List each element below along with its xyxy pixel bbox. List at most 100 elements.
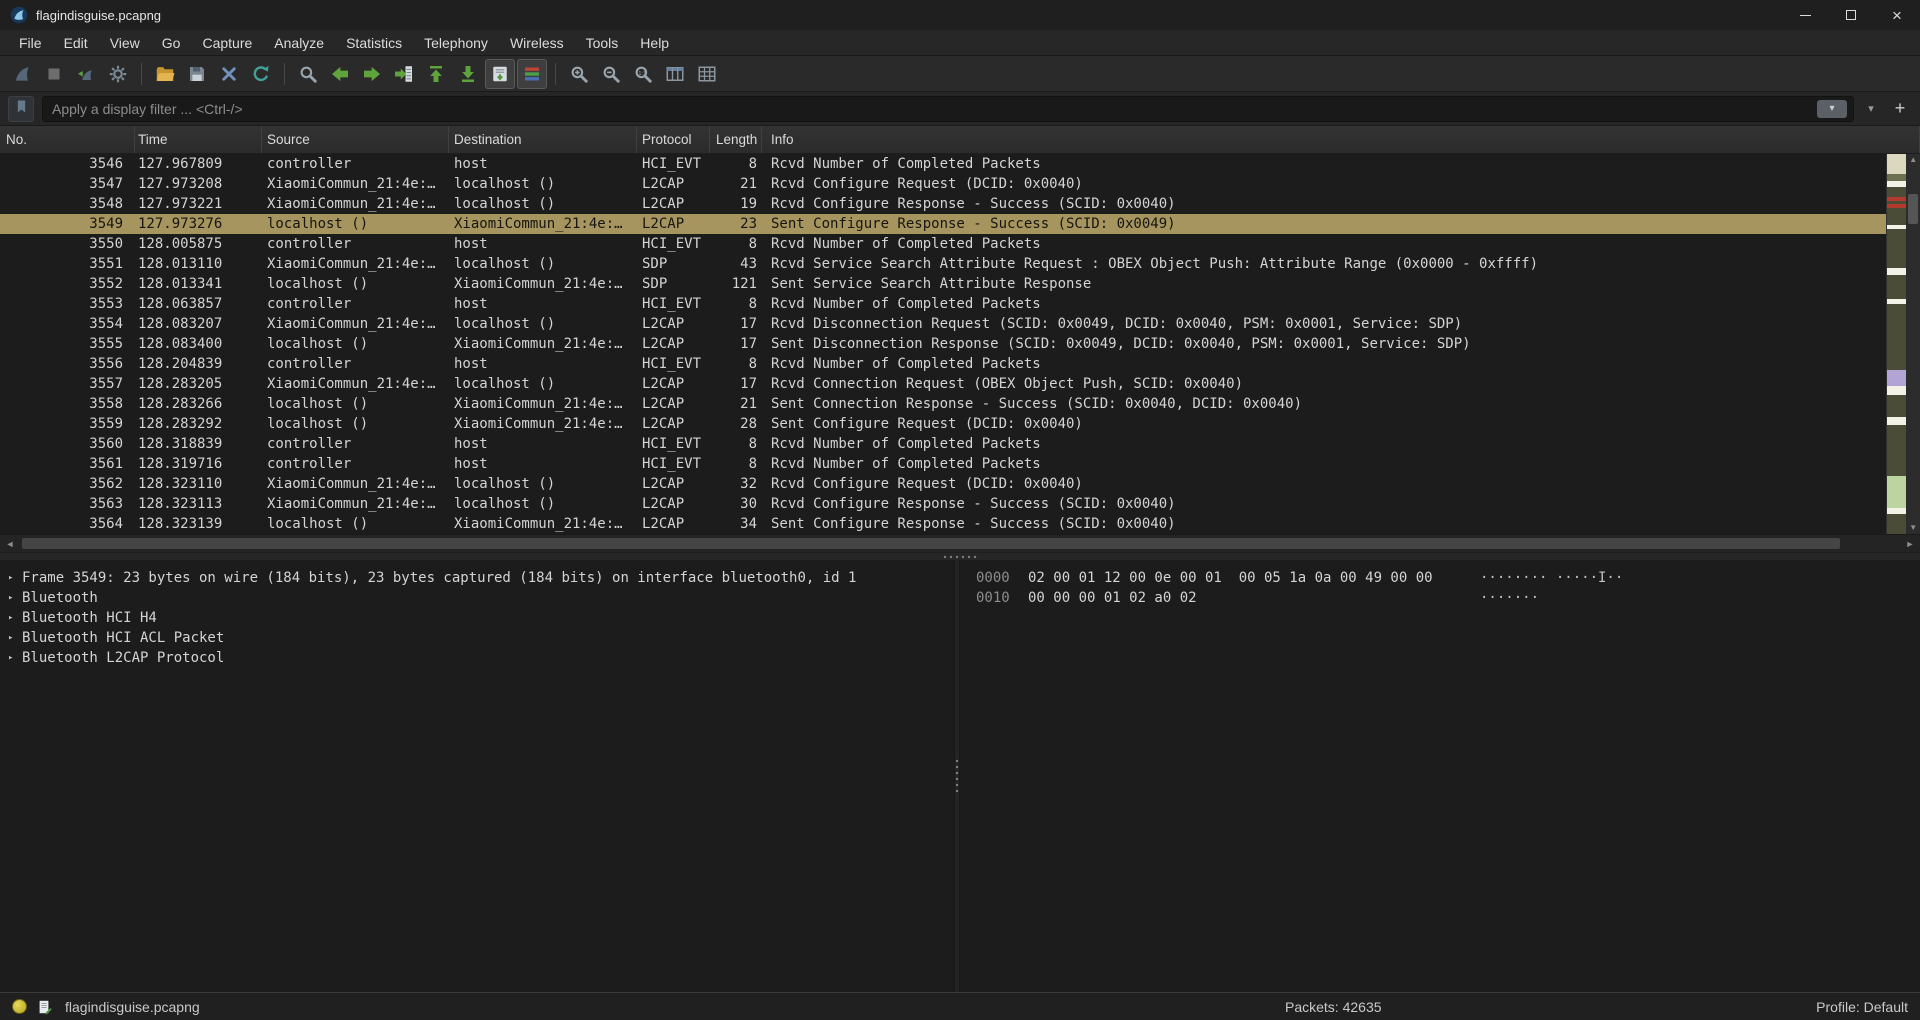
- expand-arrow-icon[interactable]: ▸: [8, 573, 22, 583]
- cell-info: Rcvd Number of Completed Packets: [762, 356, 1886, 372]
- resize-columns-button[interactable]: [660, 59, 690, 89]
- hex-line[interactable]: 001000 00 00 01 02 a0 02·······: [976, 588, 1920, 608]
- display-filter-input[interactable]: Apply a display filter ... <Ctrl-/> ▾: [42, 96, 1854, 122]
- horizontal-scrollbar-track[interactable]: [20, 535, 1900, 552]
- restart-capture-button[interactable]: [71, 59, 101, 89]
- packet-row[interactable]: 3550128.005875controllerhostHCI_EVT8Rcvd…: [0, 234, 1886, 254]
- packet-row[interactable]: 3547127.973208XiaomiCommun_21:4e:…localh…: [0, 174, 1886, 194]
- packet-row[interactable]: 3554128.083207XiaomiCommun_21:4e:…localh…: [0, 314, 1886, 334]
- packet-row[interactable]: 3560128.318839controllerhostHCI_EVT8Rcvd…: [0, 434, 1886, 454]
- filter-bookmark-button[interactable]: [8, 96, 34, 122]
- minimize-button[interactable]: [1782, 0, 1828, 30]
- column-header-no[interactable]: No.: [0, 126, 135, 153]
- cell-length: 17: [710, 336, 762, 352]
- cell-length: 34: [710, 516, 762, 532]
- expand-arrow-icon[interactable]: ▸: [8, 613, 22, 623]
- close-button[interactable]: ×: [1874, 0, 1920, 30]
- scroll-down-icon[interactable]: ▼: [1909, 523, 1917, 533]
- menu-analyze[interactable]: Analyze: [263, 32, 335, 54]
- auto-scroll-button[interactable]: [485, 59, 515, 89]
- menu-go[interactable]: Go: [151, 32, 192, 54]
- scroll-right-icon[interactable]: ►: [1900, 539, 1920, 549]
- go-first-packet-button[interactable]: [421, 59, 451, 89]
- go-back-button[interactable]: [325, 59, 355, 89]
- menu-help[interactable]: Help: [629, 32, 680, 54]
- save-file-button[interactable]: [182, 59, 212, 89]
- menu-wireless[interactable]: Wireless: [499, 32, 575, 54]
- colorize-packets-button[interactable]: [517, 59, 547, 89]
- close-file-button[interactable]: [214, 59, 244, 89]
- menu-edit[interactable]: Edit: [53, 32, 99, 54]
- packet-row[interactable]: 3557128.283205XiaomiCommun_21:4e:…localh…: [0, 374, 1886, 394]
- find-packet-button[interactable]: [293, 59, 323, 89]
- packet-row[interactable]: 3563128.323113XiaomiCommun_21:4e:…localh…: [0, 494, 1886, 514]
- zoom-out-button[interactable]: [596, 59, 626, 89]
- packet-row[interactable]: 3555128.083400localhost ()XiaomiCommun_2…: [0, 334, 1886, 354]
- go-forward-button[interactable]: [357, 59, 387, 89]
- menu-telephony[interactable]: Telephony: [413, 32, 499, 54]
- packet-row[interactable]: 3551128.013110XiaomiCommun_21:4e:…localh…: [0, 254, 1886, 274]
- menu-statistics[interactable]: Statistics: [335, 32, 413, 54]
- menu-file[interactable]: File: [8, 32, 53, 54]
- statusbar-profile[interactable]: Profile: Default: [1816, 999, 1908, 1015]
- packet-list-scrollbar[interactable]: ▲ ▼: [1886, 154, 1920, 534]
- column-header-info[interactable]: Info: [762, 126, 1920, 153]
- cell-no: 3556: [0, 356, 135, 372]
- detail-row[interactable]: ▸Bluetooth HCI H4: [0, 608, 954, 628]
- packet-row[interactable]: 3552128.013341localhost ()XiaomiCommun_2…: [0, 274, 1886, 294]
- column-header-protocol[interactable]: Protocol: [637, 126, 710, 153]
- detail-row[interactable]: ▸Bluetooth HCI ACL Packet: [0, 628, 954, 648]
- zoom-in-button[interactable]: [564, 59, 594, 89]
- add-filter-button[interactable]: +: [1888, 97, 1912, 121]
- detail-row[interactable]: ▸Frame 3549: 23 bytes on wire (184 bits)…: [0, 568, 954, 588]
- menu-tools[interactable]: Tools: [575, 32, 630, 54]
- reload-file-button[interactable]: [246, 59, 276, 89]
- packet-row[interactable]: 3559128.283292localhost ()XiaomiCommun_2…: [0, 414, 1886, 434]
- column-header-time[interactable]: Time: [135, 126, 262, 153]
- go-to-packet-button[interactable]: [389, 59, 419, 89]
- filter-recents-button[interactable]: ▾: [1817, 100, 1847, 118]
- expand-arrow-icon[interactable]: ▸: [8, 653, 22, 663]
- hex-line[interactable]: 000002 00 01 12 00 0e 00 01 00 05 1a 0a …: [976, 568, 1920, 588]
- column-header-source[interactable]: Source: [262, 126, 449, 153]
- menu-view[interactable]: View: [99, 32, 151, 54]
- column-header-destination[interactable]: Destination: [449, 126, 637, 153]
- packet-list-header: No.TimeSourceDestinationProtocolLengthIn…: [0, 126, 1920, 154]
- packet-row[interactable]: 3561128.319716controllerhostHCI_EVT8Rcvd…: [0, 454, 1886, 474]
- horizontal-scrollbar-thumb[interactable]: [22, 538, 1840, 549]
- expand-arrow-icon[interactable]: ▸: [8, 633, 22, 643]
- capture-options-button[interactable]: [103, 59, 133, 89]
- expand-arrow-icon[interactable]: ▸: [8, 593, 22, 603]
- packet-row[interactable]: 3553128.063857controllerhostHCI_EVT8Rcvd…: [0, 294, 1886, 314]
- vertical-scrollbar-track[interactable]: ▲ ▼: [1906, 154, 1920, 534]
- packet-row[interactable]: 3546127.967809controllerhostHCI_EVT8Rcvd…: [0, 154, 1886, 174]
- packet-row[interactable]: 3564128.323139localhost ()XiaomiCommun_2…: [0, 514, 1886, 534]
- vertical-scrollbar-thumb[interactable]: [1908, 194, 1918, 224]
- cell-protocol: SDP: [637, 256, 710, 272]
- packet-row[interactable]: 3562128.323110XiaomiCommun_21:4e:…localh…: [0, 474, 1886, 494]
- save-icon: [187, 64, 207, 84]
- scroll-left-icon[interactable]: ◄: [0, 539, 20, 549]
- stop-capture-button[interactable]: [39, 59, 69, 89]
- menu-capture[interactable]: Capture: [191, 32, 263, 54]
- pane-splitter[interactable]: [0, 552, 1920, 560]
- detail-row[interactable]: ▸Bluetooth L2CAP Protocol: [0, 648, 954, 668]
- zoom-normal-button[interactable]: 1:1: [628, 59, 658, 89]
- filter-dropdown-caret[interactable]: ▾: [1862, 102, 1880, 115]
- packet-row[interactable]: 3548127.973221XiaomiCommun_21:4e:…localh…: [0, 194, 1886, 214]
- expert-info-button[interactable]: [12, 999, 27, 1014]
- packet-row[interactable]: 3549127.973276localhost ()XiaomiCommun_2…: [0, 214, 1886, 234]
- packet-row[interactable]: 3558128.283266localhost ()XiaomiCommun_2…: [0, 394, 1886, 414]
- cell-no: 3558: [0, 396, 135, 412]
- scroll-up-icon[interactable]: ▲: [1909, 155, 1917, 165]
- horizontal-scrollbar[interactable]: ◄ ►: [0, 534, 1920, 552]
- open-file-button[interactable]: [150, 59, 180, 89]
- detail-row[interactable]: ▸Bluetooth: [0, 588, 954, 608]
- column-layout-button[interactable]: [692, 59, 722, 89]
- capture-comment-button[interactable]: [37, 999, 53, 1015]
- maximize-button[interactable]: [1828, 0, 1874, 30]
- start-capture-button[interactable]: [7, 59, 37, 89]
- column-header-length[interactable]: Length: [710, 126, 762, 153]
- packet-row[interactable]: 3556128.204839controllerhostHCI_EVT8Rcvd…: [0, 354, 1886, 374]
- go-last-packet-button[interactable]: [453, 59, 483, 89]
